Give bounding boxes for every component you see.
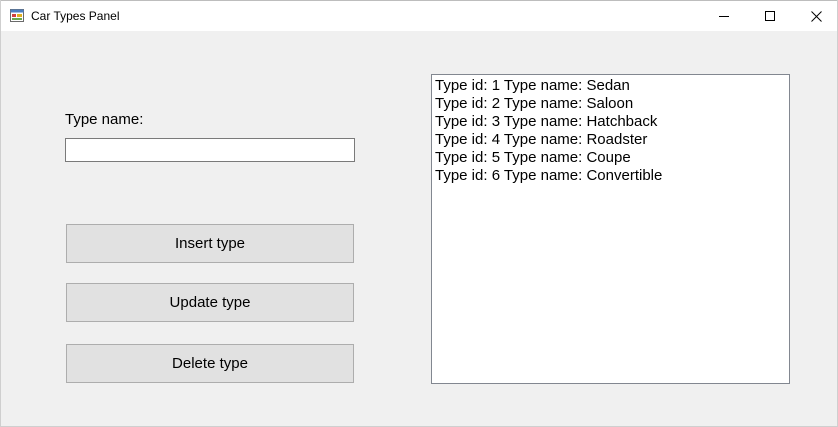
update-type-button[interactable]: Update type — [66, 283, 354, 322]
list-item[interactable]: Type id: 4 Type name: Roadster — [435, 131, 786, 149]
list-item[interactable]: Type id: 2 Type name: Saloon — [435, 95, 786, 113]
maximize-button[interactable] — [747, 1, 793, 31]
list-item[interactable]: Type id: 6 Type name: Convertible — [435, 167, 786, 185]
window-title: Car Types Panel — [31, 9, 120, 23]
close-button[interactable] — [793, 1, 838, 31]
types-listbox[interactable]: Type id: 1 Type name: Sedan Type id: 2 T… — [431, 74, 790, 384]
minimize-icon — [719, 11, 729, 21]
list-item[interactable]: Type id: 5 Type name: Coupe — [435, 149, 786, 167]
main-window: Car Types Panel Type name: Insert type U… — [0, 0, 838, 427]
list-item[interactable]: Type id: 1 Type name: Sedan — [435, 77, 786, 95]
type-name-input[interactable] — [65, 138, 355, 162]
minimize-button[interactable] — [701, 1, 747, 31]
close-icon — [810, 10, 822, 22]
list-item[interactable]: Type id: 3 Type name: Hatchback — [435, 113, 786, 131]
title-bar[interactable]: Car Types Panel — [1, 0, 837, 31]
form-icon — [10, 9, 24, 22]
insert-type-button[interactable]: Insert type — [66, 224, 354, 263]
maximize-icon — [765, 11, 775, 21]
type-name-label: Type name: — [65, 111, 144, 128]
delete-type-button[interactable]: Delete type — [66, 344, 354, 383]
